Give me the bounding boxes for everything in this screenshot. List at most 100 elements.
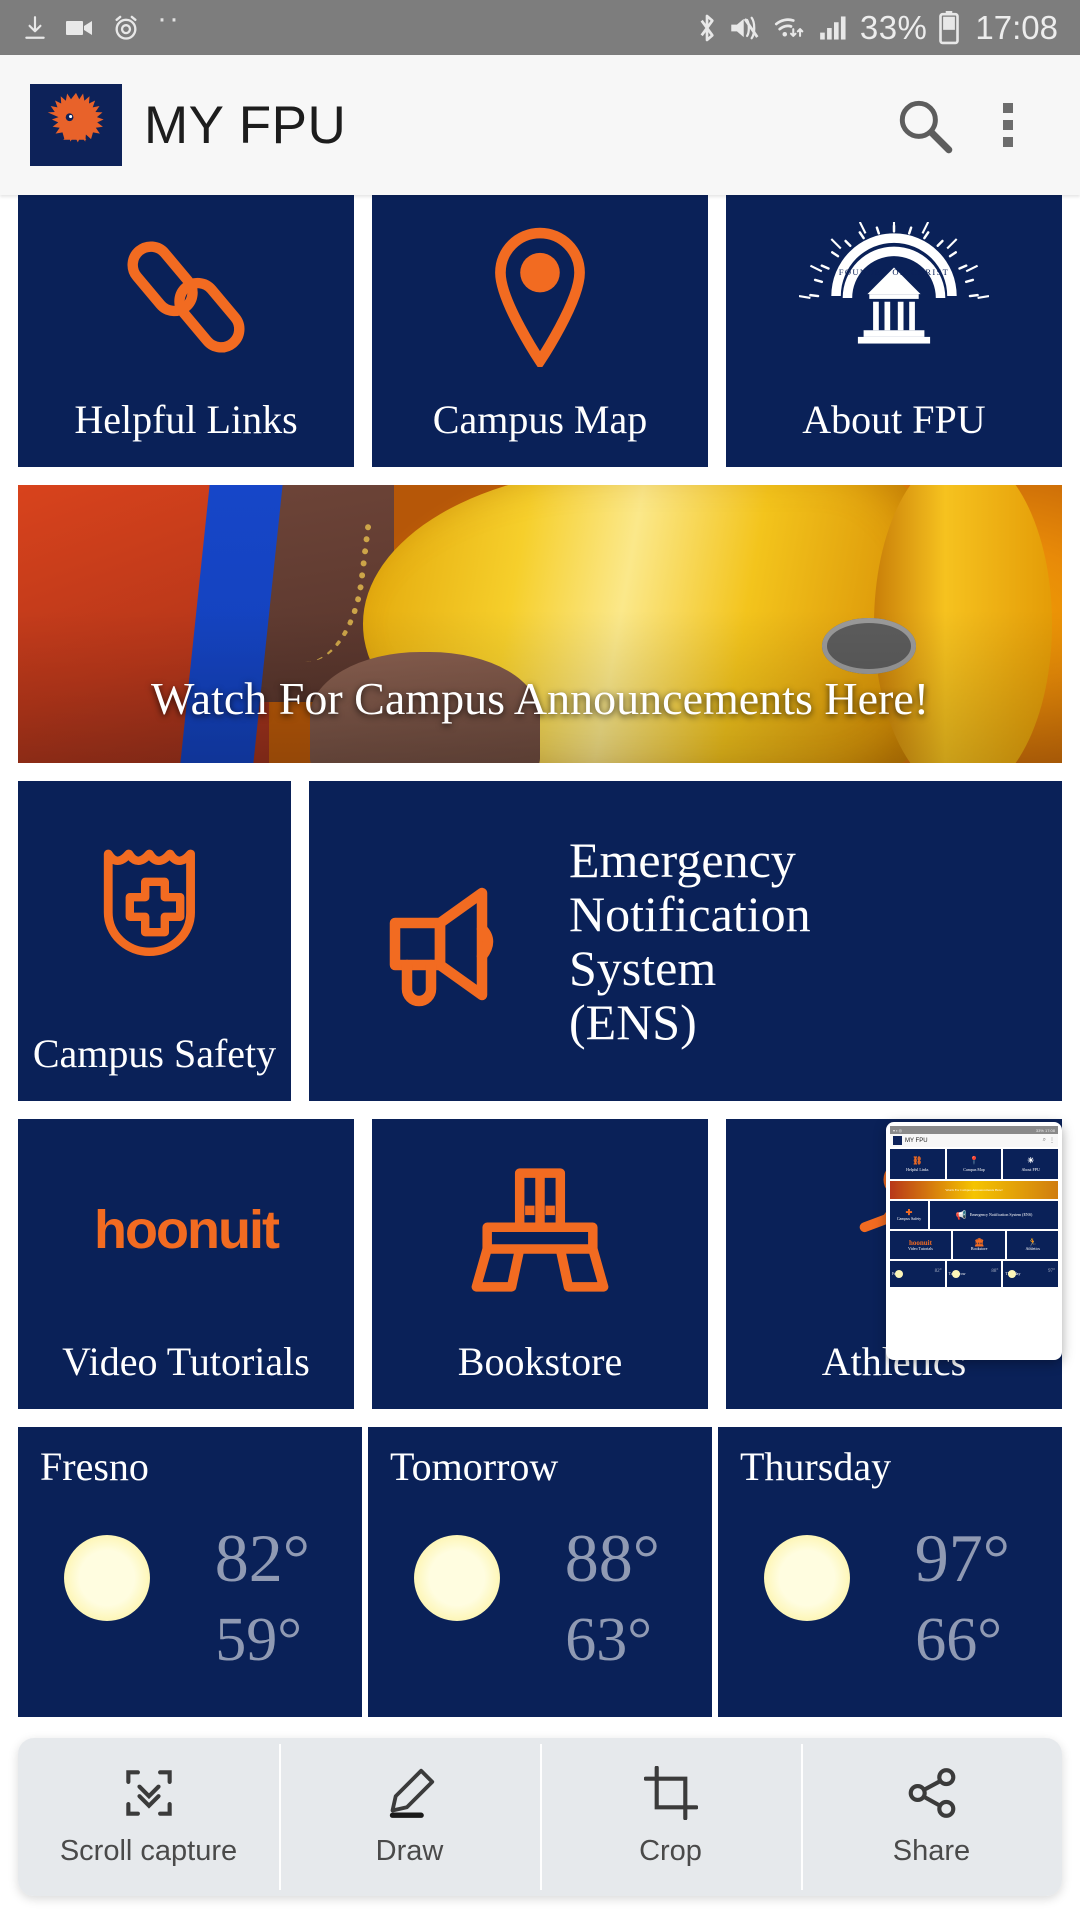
bookstore-building-icon: [372, 1119, 708, 1341]
hoonuit-wordmark: hoonuit: [94, 1200, 280, 1260]
announcements-banner[interactable]: Watch For Campus Announcements Here!: [18, 485, 1062, 763]
weather-title: Thursday: [740, 1444, 892, 1489]
thumb-tile: ⛓ Helpful Links: [890, 1149, 945, 1179]
screenshot-thumbnail[interactable]: ▾ ▪ ◎ 33% 17:08 MY FPU ⌕ ⋮ ⛓ Helpful Link…: [886, 1122, 1062, 1360]
search-icon[interactable]: [882, 83, 966, 167]
ens-line-2: Notification: [569, 886, 811, 942]
fpu-sunbird-logo: [30, 84, 122, 166]
download-icon: [22, 13, 48, 43]
draw-button[interactable]: Draw: [279, 1738, 540, 1896]
thumb-tile-row-1: ⛓ Helpful Links 📍 Campus Map ☀ About FPU: [890, 1149, 1059, 1179]
tile-about-fpu[interactable]: FOUNDED ON CHRIST About FPU: [726, 195, 1062, 467]
share-icon: [905, 1766, 959, 1825]
crop-button[interactable]: Crop: [540, 1738, 801, 1896]
thumb-tile-bookstore: 🏛 Bookstore: [952, 1231, 1006, 1259]
tile-row-2: Campus Safety Emergency Notification Sys…: [0, 781, 1080, 1101]
phone-screen: ·· 33% 17:08 MY FPU Helpful Links Campus…: [0, 0, 1080, 1920]
sun-icon: [951, 1270, 960, 1278]
thumb-app-title: MY FPU: [905, 1137, 928, 1144]
weather-high: 97°: [914, 1520, 1010, 1596]
tile-campus-safety[interactable]: Campus Safety: [18, 781, 291, 1101]
weather-title: Fresno: [40, 1444, 149, 1489]
tile-emergency-notification-system[interactable]: Emergency Notification System (ENS): [309, 781, 1062, 1101]
tile-video-tutorials[interactable]: hoonuit Video Tutorials: [18, 1119, 354, 1409]
thumb-tile-row-2: ✚ Campus Safety 📢 Emergency Notification S…: [890, 1201, 1058, 1229]
thumb-tile-label: Video Tutorials: [908, 1245, 933, 1251]
tile-bookstore[interactable]: Bookstore: [372, 1119, 708, 1409]
kebab-dots: [1003, 103, 1013, 147]
thumb-tile-label: Campus Map: [963, 1166, 985, 1172]
tile-label: Helpful Links: [74, 397, 298, 442]
status-bar-right-icons: 33% 17:08: [696, 9, 1058, 47]
thumb-tile-label: About FPU: [1021, 1166, 1040, 1172]
bluetooth-icon: [696, 12, 718, 44]
main-content: Helpful Links Campus Map FOUNDED ON CHRI…: [0, 195, 1080, 1717]
weather-low: 59°: [215, 1606, 302, 1674]
ens-line-3: System: [569, 940, 717, 996]
thumb-status-left: ▾ ▪ ◎: [893, 1127, 903, 1133]
app-title: MY FPU: [144, 95, 347, 155]
thumb-weather-temp: 82°: [934, 1269, 942, 1274]
status-bar-left-icons: ··: [22, 2, 181, 45]
weather-card-today[interactable]: Fresno 82° 59°: [18, 1427, 362, 1717]
thumb-tile-video: hoonuit Video Tutorials: [890, 1231, 951, 1259]
battery-icon: [938, 10, 960, 45]
thumb-banner: Watch For Campus Announcements Here!: [890, 1181, 1058, 1199]
thumb-weather-row: Fresno82° Tomorrow88° Thursday97°: [890, 1261, 1059, 1287]
sun-icon: [414, 1535, 500, 1621]
shield-medical-cross-icon: [18, 781, 291, 1033]
more-dots-icon: ··: [157, 1, 181, 35]
tile-row-1: Helpful Links Campus Map FOUNDED ON CHRI…: [0, 195, 1080, 467]
founded-on-christ-seal-icon: FOUNDED ON CHRIST: [726, 195, 1062, 399]
thumb-tile-ens: 📢 Emergency Notification System (ENS): [930, 1201, 1058, 1229]
toolbar-label: Scroll capture: [59, 1835, 238, 1867]
thumb-tile: 📍 Campus Map: [946, 1149, 1002, 1179]
weather-high: 82°: [214, 1520, 310, 1596]
tile-label: Video Tutorials: [62, 1339, 310, 1384]
tile-helpful-links[interactable]: Helpful Links: [18, 195, 354, 467]
thumb-overflow-icon: ⋮: [1049, 1138, 1055, 1144]
weather-low: 66°: [915, 1606, 1002, 1674]
wifi-icon: [774, 14, 808, 42]
thumb-weather-card: Fresno82°: [890, 1261, 945, 1287]
thumb-weather-card: Tomorrow88°: [946, 1261, 1002, 1287]
weather-card-thursday[interactable]: Thursday 97° 66°: [718, 1427, 1062, 1717]
mute-vibrate-icon: [729, 14, 763, 42]
app-bar: MY FPU: [0, 55, 1080, 195]
ens-line-4: (ENS): [569, 994, 697, 1050]
banner-caption: Watch For Campus Announcements Here!: [150, 673, 930, 724]
weather-high: 88°: [564, 1520, 660, 1596]
share-button[interactable]: Share: [801, 1738, 1062, 1896]
thumb-tile-label: Bookstore: [970, 1246, 988, 1252]
scroll-capture-button[interactable]: Scroll capture: [18, 1738, 279, 1896]
thumb-weather-temp: 97°: [1048, 1269, 1056, 1274]
tile-label: Campus Safety: [32, 1031, 277, 1076]
thumb-tile: ☀ About FPU: [1003, 1149, 1059, 1179]
thumb-weather-card: Thursday97°: [1003, 1261, 1059, 1287]
tile-label: Emergency Notification System (ENS): [569, 833, 821, 1049]
thumb-tile-label: Emergency Notification System (ENS): [969, 1211, 1033, 1217]
scroll-capture-icon: [122, 1766, 176, 1825]
weather-low: 63°: [565, 1606, 652, 1674]
thumb-search-icon: ⌕: [1042, 1137, 1046, 1143]
cellular-signal-icon: [819, 14, 849, 42]
tile-campus-map[interactable]: Campus Map: [372, 195, 708, 467]
thumb-logo-icon: [893, 1136, 902, 1145]
clock-label: 17:08: [975, 8, 1058, 46]
more-vertical-icon[interactable]: [966, 83, 1050, 167]
weather-title: Tomorrow: [390, 1444, 559, 1489]
chain-link-icon: [18, 195, 354, 399]
thumb-tile-athletics: 🏃 Athletics: [1007, 1231, 1058, 1259]
thumb-weather-temp: 88°: [991, 1269, 999, 1274]
toolbar-label: Share: [892, 1835, 971, 1867]
thumb-tile-label: Helpful Links: [906, 1166, 929, 1172]
ens-line-1: Emergency: [569, 832, 796, 888]
status-bar: ·· 33% 17:08: [0, 0, 1080, 55]
thumb-tile-label: Athletics: [1025, 1246, 1040, 1252]
sun-icon: [764, 1535, 850, 1621]
thumb-tile-label: Campus Safety: [896, 1216, 922, 1222]
weather-card-tomorrow[interactable]: Tomorrow 88° 63°: [368, 1427, 712, 1717]
sun-icon: [895, 1270, 903, 1278]
toolbar-label: Draw: [375, 1835, 444, 1867]
map-pin-icon: [372, 195, 708, 399]
